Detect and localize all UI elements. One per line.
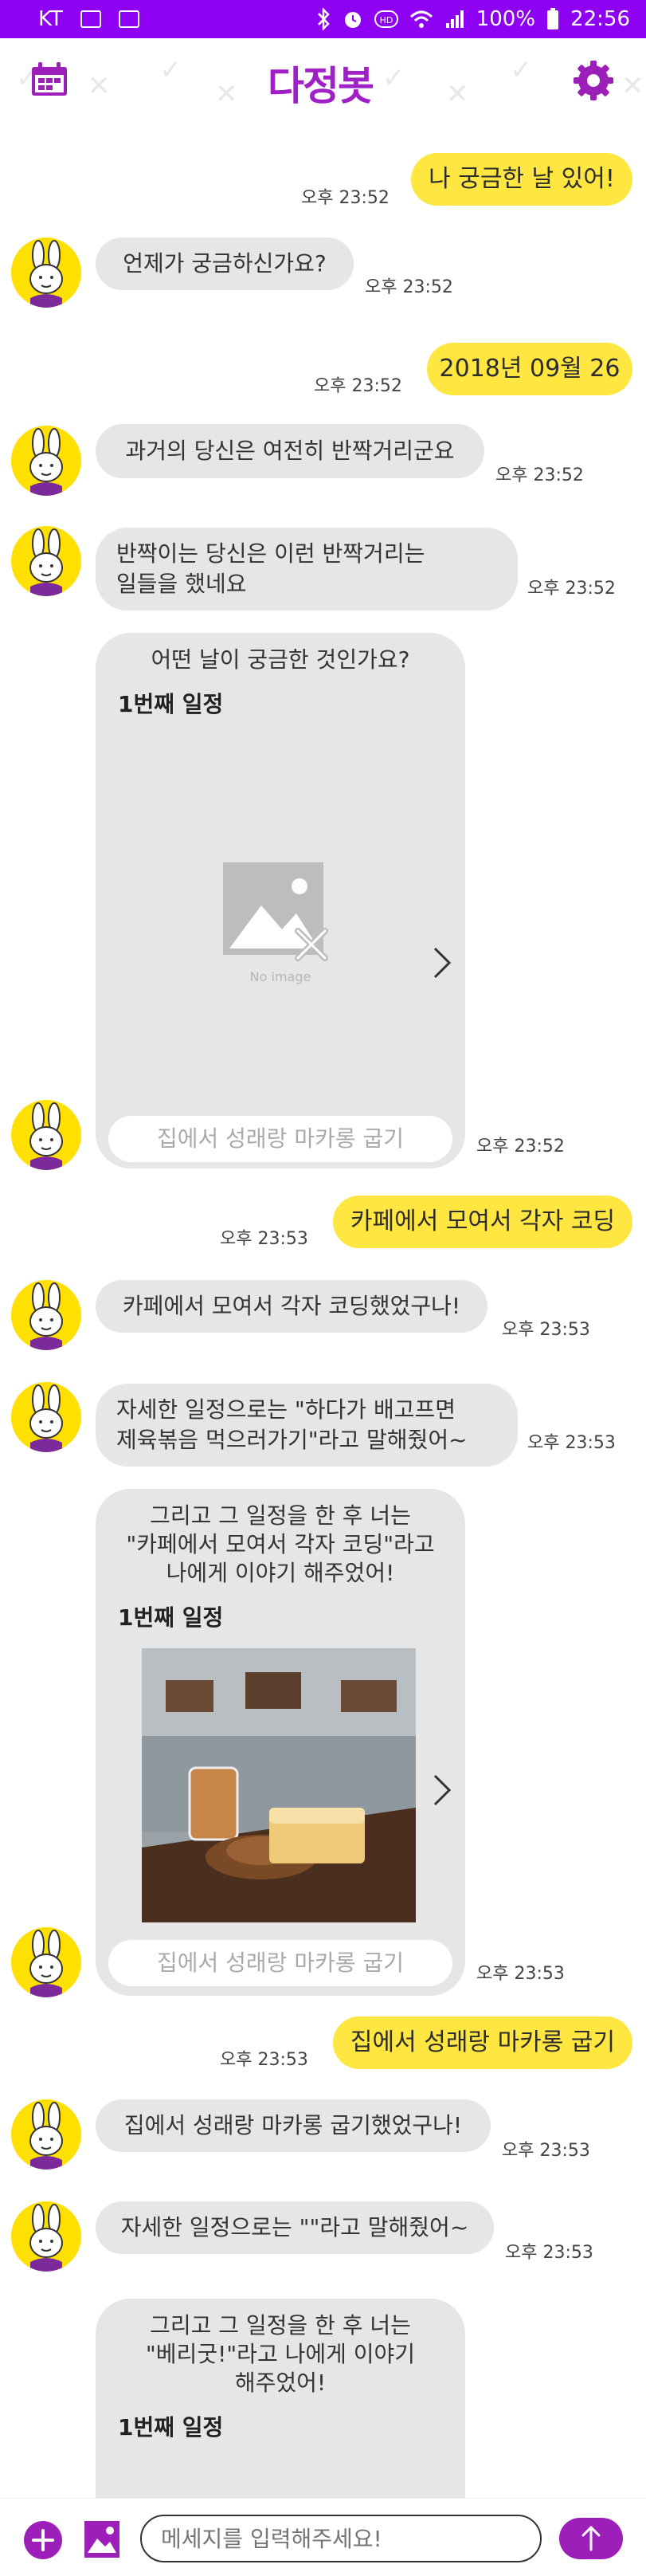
clock: 22:56	[570, 7, 630, 31]
bot-message-bubble: 집에서 성래랑 마카롱 굽기했었구나!	[96, 2099, 491, 2152]
card-question: 어떤 날이 궁금한 것인가요?	[151, 646, 410, 673]
status-bar: KT HD 100% 22:56	[0, 0, 646, 38]
arrow-up-icon	[581, 2525, 601, 2551]
chevron-right-icon[interactable]	[430, 1773, 454, 1808]
bot-avatar	[11, 1280, 81, 1350]
message-time: 오후 23:53	[502, 2141, 590, 2161]
message-time: 오후 23:53	[476, 1964, 565, 1984]
bot-avatar	[11, 426, 81, 496]
hd-icon: HD	[374, 10, 398, 28]
send-button[interactable]	[559, 2518, 623, 2559]
gear-icon[interactable]	[572, 59, 615, 102]
user-message-bubble: 카페에서 모여서 각자 코딩	[333, 1196, 632, 1248]
message-input-bar	[0, 2498, 646, 2576]
carrier-label: KT	[38, 7, 63, 31]
message-time: 오후 23:52	[365, 277, 453, 297]
bot-avatar	[11, 1382, 81, 1452]
bot-avatar	[11, 1927, 81, 1997]
user-message-bubble: 집에서 성래랑 마카롱 굽기	[333, 2016, 632, 2069]
bot-message-line: 반짝이는 당신은 이런 반짝거리는	[116, 540, 425, 567]
user-message-bubble: 2018년 09월 26	[427, 343, 632, 395]
bot-message-bubble: 과거의 당신은 여전히 반짝거리군요	[96, 424, 484, 478]
card-message-line: 그리고 그 일정을 한 후 너는	[150, 2312, 411, 2338]
card-message-line: 그리고 그 일정을 한 후 너는	[150, 1502, 411, 1529]
message-time: 오후 23:52	[495, 465, 584, 485]
bot-avatar	[11, 2201, 81, 2272]
bot-message-bubble: 언제가 궁금하신가요?	[96, 238, 354, 290]
chevron-right-icon[interactable]	[430, 945, 454, 980]
card-message-line: "카페에서 모여서 각자 코딩"라고	[126, 1531, 435, 1557]
card-schedule-label: 1번째 일정	[118, 2414, 224, 2441]
app-header: ✓ ✕ ✓ ✕ ✓ ✕ ✓ ✕ 다정봇	[0, 38, 646, 126]
message-time: 오후 23:53	[220, 2050, 308, 2070]
card-schedule-label: 1번째 일정	[118, 1604, 224, 1631]
bot-message-line: 제육볶음 먹으러가기"라고 말해줬어~	[116, 1427, 468, 1453]
message-time: 오후 23:53	[220, 1229, 308, 1249]
bot-avatar	[11, 526, 81, 596]
bot-message-bubble: 반짝이는 당신은 이런 반짝거리는 일들을 했네요	[96, 528, 518, 611]
user-message-bubble: 나 궁금한 날 있어!	[411, 153, 632, 206]
battery-icon	[547, 8, 559, 29]
message-time: 오후 23:52	[527, 579, 616, 599]
card-message-line: "베리굿!"라고 나에게 이야기	[145, 2341, 416, 2367]
schedule-card: 어떤 날이 궁금한 것인가요? 1번째 일정 No image 집에서 성래랑 …	[96, 633, 465, 1168]
app-logo: 다정봇	[268, 63, 374, 109]
calendar-icon[interactable]	[30, 62, 69, 97]
card-schedule-label: 1번째 일정	[118, 691, 224, 717]
wifi-icon	[409, 10, 433, 28]
message-time: 오후 23:52	[314, 376, 402, 396]
bluetooth-icon	[317, 8, 330, 30]
signal-icon	[445, 10, 464, 28]
card-schedule-button[interactable]: 집에서 성래랑 마카롱 굽기	[108, 1940, 452, 1986]
card-message-line: 해주었어!	[234, 2370, 327, 2396]
gallery-notification-icon	[80, 10, 101, 28]
plus-icon[interactable]	[24, 2521, 62, 2559]
card-message-line: 나에게 이야기 해주었어!	[166, 1560, 395, 1586]
no-image-icon	[223, 862, 328, 961]
bot-message-bubble: 자세한 일정으로는 ""라고 말해줬어~	[96, 2201, 494, 2254]
message-time: 오후 23:53	[505, 2243, 593, 2263]
svg-text:HD: HD	[379, 15, 393, 26]
message-time: 오후 23:52	[301, 188, 390, 208]
no-image-caption: No image	[249, 969, 311, 984]
image-icon[interactable]	[83, 2519, 121, 2559]
bot-message-line: 자세한 일정으로는 "하다가 배고프면	[116, 1396, 456, 1423]
alarm-icon	[344, 12, 361, 28]
schedule-card: 그리고 그 일정을 한 후 너는 "카페에서 모여서 각자 코딩"라고 나에게 …	[96, 1489, 465, 1996]
message-time: 오후 23:52	[476, 1137, 565, 1156]
bot-message-bubble: 카페에서 모여서 각자 코딩했었구나!	[96, 1280, 487, 1333]
bot-avatar	[11, 238, 81, 308]
bot-avatar	[11, 1100, 81, 1170]
message-time: 오후 23:53	[502, 1320, 590, 1340]
check-notification-icon	[118, 10, 139, 28]
message-time: 오후 23:53	[527, 1433, 616, 1453]
bot-message-bubble: 자세한 일정으로는 "하다가 배고프면 제육볶음 먹으러가기"라고 말해줬어~	[96, 1384, 518, 1467]
bot-avatar	[11, 2099, 81, 2170]
card-schedule-button[interactable]: 집에서 성래랑 마카롱 굽기	[108, 1116, 452, 1162]
message-input[interactable]	[140, 2515, 542, 2562]
battery-percent: 100%	[476, 7, 536, 31]
bot-message-line: 일들을 했네요	[116, 571, 247, 597]
schedule-photo	[142, 1648, 416, 1922]
